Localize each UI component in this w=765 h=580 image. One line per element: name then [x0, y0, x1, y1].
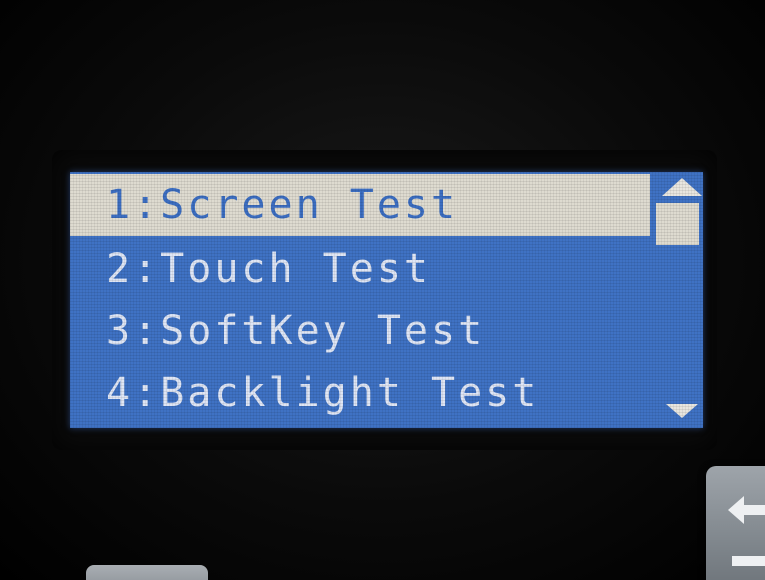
bottom-hardware-key[interactable]: [86, 565, 208, 580]
device-photo: 1:Screen Test 2:Touch Test 3:SoftKey Tes…: [0, 0, 765, 580]
scroll-up-icon[interactable]: [662, 178, 702, 196]
menu-item-screen-test[interactable]: 1:Screen Test: [70, 174, 650, 236]
scroll-thumb[interactable]: [656, 200, 699, 245]
button-dash-mark: [732, 556, 765, 566]
scroll-down-icon[interactable]: [666, 404, 698, 418]
menu-item-touch-test[interactable]: 2:Touch Test: [70, 238, 650, 300]
lcd-screen: 1:Screen Test 2:Touch Test 3:SoftKey Tes…: [70, 172, 703, 428]
menu-item-backlight-test[interactable]: 4:Backlight Test: [70, 362, 650, 424]
test-menu: 1:Screen Test 2:Touch Test 3:SoftKey Tes…: [70, 172, 650, 428]
back-button[interactable]: [706, 466, 765, 580]
scrollbar[interactable]: [652, 172, 703, 428]
back-arrow-icon: [728, 496, 765, 524]
menu-item-softkey-test[interactable]: 3:SoftKey Test: [70, 300, 650, 362]
